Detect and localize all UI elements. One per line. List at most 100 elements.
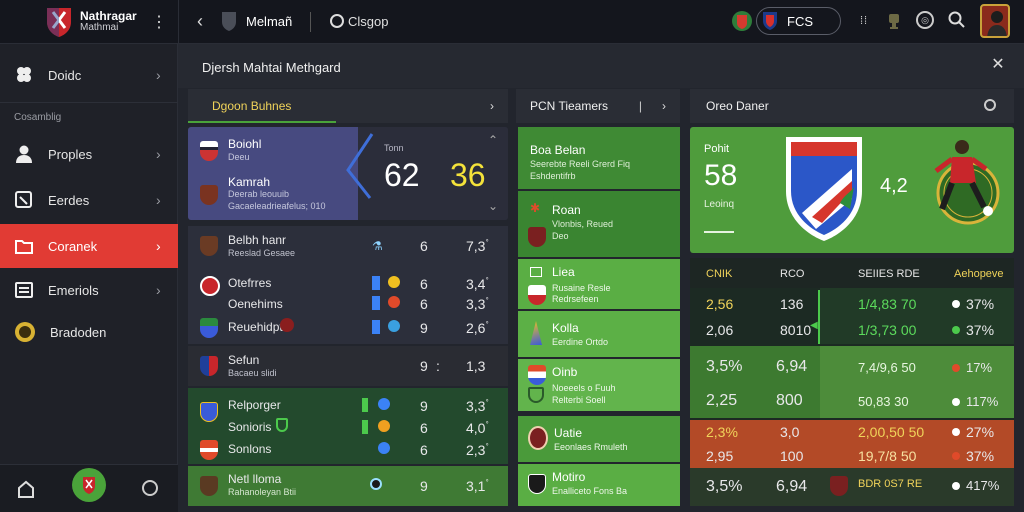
sidebar-item-bradoden[interactable]: Bradoden — [0, 310, 178, 354]
circle-icon[interactable] — [142, 480, 158, 496]
match-row[interactable]: Netl lloma Rahanoleyan Btii 9 3,1 ﾟ — [188, 466, 508, 506]
dot-icon — [952, 300, 960, 308]
feature-score: 4,2 — [880, 175, 908, 197]
sidebar-item-label: Coranek — [48, 238, 98, 254]
team-card[interactable]: ✱ Roan Vlonbis, Reued Deo — [518, 191, 680, 257]
match-row[interactable]: Sefun Bacaeu slidi 9 : 1,3 — [188, 346, 508, 386]
team-name: Sonlons — [228, 442, 272, 456]
stat-c: BDR 0S7 RE — [858, 478, 923, 490]
settings-icon[interactable]: ◎ — [916, 11, 934, 29]
stats-header: CNIK RCO SEIIES RDE Aehopeve — [690, 258, 1014, 288]
match-sep: ﾟ — [486, 400, 491, 411]
sidebar-item-eerdes[interactable]: Eerdes › — [0, 178, 178, 222]
tab-label: Dgoon Buhnes — [212, 99, 292, 113]
team-crest-icon — [200, 356, 218, 376]
stats-row[interactable]: 2,25 800 50,83 30 117% — [690, 384, 1014, 416]
back-arrow-icon[interactable]: ‹ — [190, 11, 210, 31]
team-line: Eerdine Ortdo — [552, 337, 609, 347]
user-avatar[interactable] — [980, 4, 1010, 38]
team-name: Motiro — [552, 470, 586, 484]
bars-icon — [530, 267, 542, 277]
red-badge-icon — [280, 318, 294, 332]
slider-icon[interactable] — [704, 231, 734, 233]
stats-row[interactable]: 2,56 136 1/4,83 70 37% — [690, 288, 1014, 316]
featured-match-card[interactable]: Boiohl Deeu Kamrah Deerab leouuib Gacael… — [188, 127, 508, 220]
trophy-icon[interactable] — [886, 12, 902, 30]
match-sep: ﾟ — [486, 322, 491, 333]
team-line: Vlonbis, Reued — [552, 219, 614, 229]
sidebar-item-proples[interactable]: Proples › — [0, 132, 178, 176]
team-sub: Deeu — [228, 152, 250, 162]
stat-d: 17% — [966, 360, 993, 375]
user-icon — [14, 144, 34, 164]
green-marker — [362, 398, 368, 412]
grid-dots-icon[interactable]: ⁞⁞ — [856, 13, 872, 29]
stat-b: 136 — [780, 296, 804, 312]
team-crest-icon — [528, 285, 546, 305]
team-sub: Deerab leouuib — [228, 189, 290, 199]
search-icon[interactable] — [948, 11, 966, 29]
profile-crest-icon — [761, 11, 779, 31]
team-name: Relporger — [228, 398, 281, 412]
stat-b: 6,94 — [776, 358, 808, 375]
feature-sub: Leoinq — [704, 199, 735, 210]
column-header: CNIK — [706, 268, 733, 280]
sidebar-item-doidc[interactable]: Doidc › — [0, 53, 178, 97]
team-card[interactable]: Uatie Eeonlaes Rmuleth — [518, 416, 680, 462]
flag-badge-icon[interactable] — [732, 9, 752, 33]
tab-pcn-tieamers[interactable]: PCN Tieamers | › — [516, 89, 680, 123]
stats-row[interactable]: 3,5% 6,94 7,4/9,6 50 17% — [690, 350, 1014, 382]
app-logo[interactable] — [44, 6, 74, 38]
team-card[interactable]: Boa Belan Seerebte Reeli Grerd Fiq Eshde… — [518, 127, 680, 189]
sidebar-item-emeriols[interactable]: Emeriols › — [0, 268, 178, 312]
more-vertical-icon[interactable]: ⋮ — [151, 12, 167, 32]
home-icon[interactable] — [17, 480, 35, 498]
stat-d: 37% — [966, 296, 995, 312]
column-header: RCO — [780, 268, 805, 280]
feature-card[interactable]: Pohit 58 Leoinq 4,2 — [690, 127, 1014, 253]
match-row[interactable]: Reuehidpt 9 2,6 ﾟ — [188, 306, 508, 346]
stat-c: 1/3,73 00 — [858, 322, 917, 338]
stats-row[interactable]: 3,5% 6,94 BDR 0S7 RE 417% — [690, 470, 1014, 504]
close-icon[interactable]: ✕ — [990, 56, 1006, 73]
team-card[interactable]: Liea Rusaine Resle Redrsefeen — [518, 259, 680, 309]
feature-value: 58 — [704, 159, 738, 192]
shield-icon — [276, 418, 288, 432]
team-crest-icon — [200, 141, 218, 161]
tab-label[interactable]: Clsgop — [348, 14, 388, 29]
section-title: Melmañ — [246, 14, 293, 29]
team-line: Redrsefeen — [552, 294, 599, 304]
ball-icon — [378, 398, 390, 410]
sidebar-item-coranek[interactable]: Coranek › — [0, 224, 178, 268]
top-bar: Nathragar Mathmai ⋮ ‹ Melmañ Clsgop FCS … — [0, 0, 1024, 44]
dot-icon — [952, 428, 960, 436]
stat-d: 117% — [966, 394, 999, 409]
coin-icon — [14, 321, 36, 343]
stats-row[interactable]: 2,3% 3,0 2,00,50 50 27% — [690, 420, 1014, 444]
team-name: Uatie — [554, 426, 583, 440]
sidebar-item-label: Bradoden — [50, 324, 107, 340]
stats-row[interactable]: 2,95 100 19,7/8 50 37% — [690, 444, 1014, 468]
stats-row[interactable]: 2,06 8010 1/3,73 00 37% — [690, 314, 1014, 342]
stat-c: 50,83 30 — [858, 394, 909, 409]
team-crest-icon — [200, 440, 218, 460]
profile-pill[interactable]: FCS — [756, 7, 841, 35]
info-icon[interactable] — [984, 99, 996, 111]
team-line: Eshdentifrb — [530, 171, 576, 181]
dot-icon — [952, 364, 960, 372]
chevron-up-icon: ⌃ — [488, 133, 499, 147]
tab-label: PCN Tieamers — [530, 99, 609, 113]
stat-a: 2,95 — [706, 448, 734, 464]
team-card[interactable]: Kolla Eerdine Ortdo — [518, 311, 680, 357]
blue-marker — [372, 320, 380, 334]
stat-d: 27% — [966, 424, 995, 440]
tab-oreo-daner[interactable]: Oreo Daner — [690, 89, 1014, 123]
app-subtitle: Mathmai — [80, 22, 119, 33]
team-card[interactable]: Oinb Noeeels o Fuuh Relterbi Soell — [518, 359, 680, 411]
feather-icon — [530, 321, 542, 345]
club-button[interactable] — [72, 468, 106, 502]
match-row[interactable]: Belbh hanr Reeslad Gesaee ⚗ 6 7,3 ﾟ — [188, 226, 508, 266]
team-card[interactable]: Motiro Enalliceto Fons Ba — [518, 464, 680, 506]
tab-dgoon-buhnes[interactable]: Dgoon Buhnes › — [188, 89, 508, 123]
sidebar-group-label: Cosamblig — [14, 112, 62, 123]
